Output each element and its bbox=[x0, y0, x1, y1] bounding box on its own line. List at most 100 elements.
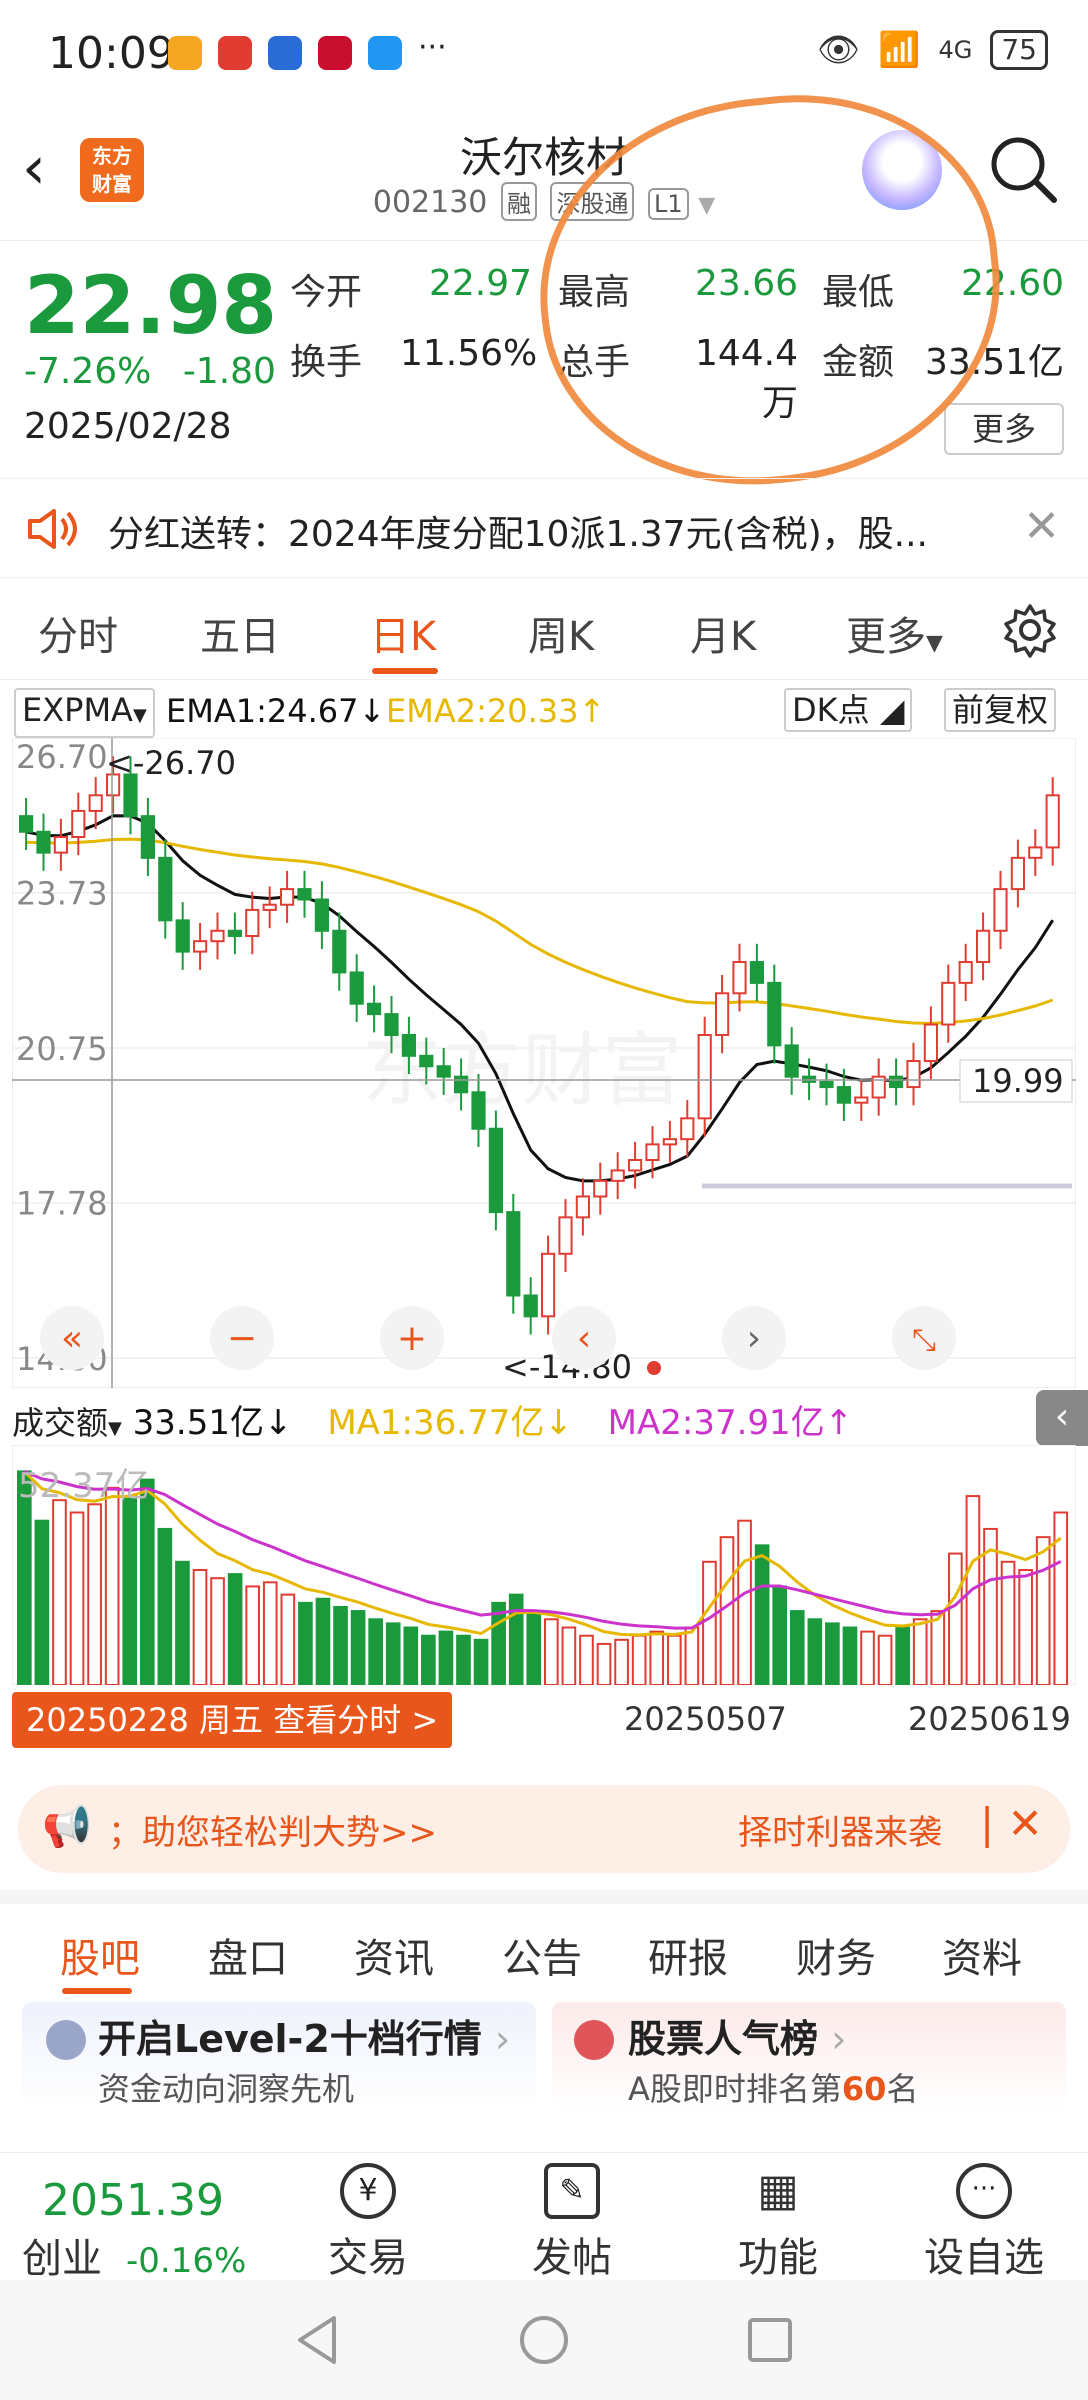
open-value: 22.97 bbox=[428, 263, 532, 304]
more-quote-button[interactable]: 更多 bbox=[944, 403, 1064, 455]
y-tick-label: 23.73 bbox=[16, 875, 108, 913]
candle bbox=[558, 1216, 573, 1255]
candle bbox=[541, 1252, 556, 1318]
nav-trade[interactable]: ¥ 交易 bbox=[298, 2163, 438, 2283]
indicator-selector[interactable]: EXPMA▼ bbox=[14, 688, 155, 738]
candle bbox=[923, 1023, 938, 1063]
candle bbox=[488, 1127, 503, 1214]
dividend-notice[interactable]: 分红送转：2024年度分配10派1.37元(含税)，股... ✕ bbox=[0, 478, 1088, 578]
app-notification-icon bbox=[168, 36, 202, 70]
recents-square-icon[interactable] bbox=[742, 2312, 798, 2368]
volume-bar bbox=[596, 1642, 612, 1685]
tab-weekly-k[interactable]: 周K bbox=[528, 604, 594, 662]
chevron-left-icon: ‹ bbox=[577, 1318, 591, 1359]
tab-daily-k[interactable]: 日K bbox=[370, 604, 436, 662]
volume-bar bbox=[1018, 1569, 1033, 1685]
volume-bar bbox=[104, 1486, 120, 1685]
candle bbox=[88, 794, 103, 812]
active-tab-indicator bbox=[372, 668, 438, 674]
volume-bar bbox=[526, 1610, 542, 1685]
tab-financials[interactable]: 财务 bbox=[796, 1926, 876, 1984]
chevron-right-icon: › bbox=[747, 1318, 761, 1359]
nav-label: 发帖 bbox=[532, 2235, 612, 2281]
volume-bar bbox=[333, 1605, 348, 1685]
tab-order-book[interactable]: 盘口 bbox=[208, 1926, 288, 1984]
edit-icon: ✎ bbox=[544, 2163, 600, 2219]
tab-news[interactable]: 资讯 bbox=[354, 1926, 434, 1984]
candle bbox=[941, 981, 956, 1026]
home-circle-icon[interactable] bbox=[516, 2312, 572, 2368]
collapse-panel-button[interactable]: ‹ bbox=[1036, 1390, 1088, 1446]
volume-chart[interactable]: 52.37亿 bbox=[12, 1445, 1076, 1685]
dk-point-dot bbox=[647, 1361, 661, 1375]
more-notifications-icon: ··· bbox=[418, 30, 447, 65]
ema2-text: EMA2:20.33 bbox=[386, 692, 579, 730]
volume-ma2: MA2:37.91亿↑ bbox=[607, 1403, 854, 1443]
nav-functions[interactable]: ▦ 功能 bbox=[708, 2163, 848, 2283]
tab-profile[interactable]: 资料 bbox=[942, 1926, 1022, 1984]
candlestick-chart[interactable]: 东方财富 26.7023.7320.7517.7814.80 <-26.70 <… bbox=[12, 738, 1076, 1388]
candle bbox=[506, 1211, 521, 1297]
tab-research[interactable]: 研报 bbox=[648, 1926, 728, 1984]
tab-intraday[interactable]: 分时 bbox=[38, 604, 118, 662]
view-intraday-button[interactable]: 20250228 周五 查看分时 > bbox=[12, 1692, 453, 1748]
indicator-name: EXPMA bbox=[22, 691, 133, 729]
volume-bar bbox=[245, 1585, 261, 1685]
close-icon[interactable]: | ✕ bbox=[980, 1799, 1043, 1848]
stock-code: 002130 bbox=[372, 185, 488, 220]
adjust-selector[interactable]: 前复权 bbox=[944, 688, 1057, 732]
grid-icon: ▦ bbox=[757, 2165, 799, 2216]
tab-forum[interactable]: 股吧 bbox=[60, 1926, 140, 1984]
volume-bar bbox=[825, 1622, 840, 1685]
gear-icon[interactable] bbox=[1002, 602, 1058, 658]
candle bbox=[401, 1033, 416, 1057]
candle bbox=[140, 815, 155, 859]
expand-icon: ⤡ bbox=[912, 1323, 936, 1358]
tab-monthly-k[interactable]: 月K bbox=[690, 604, 756, 662]
turnover-label: 换手 bbox=[290, 342, 363, 383]
level2-card[interactable]: 开启Level-2十档行情 › 资金动向洞察先机 bbox=[22, 2002, 536, 2110]
candle bbox=[1010, 856, 1025, 891]
price-change: -7.26% -1.80 bbox=[24, 351, 276, 392]
popularity-card[interactable]: 股票人气榜 › A股即时排名第60名 bbox=[552, 2002, 1066, 2110]
promo-banner[interactable]: 📢 ；助您轻松判大势>> 择时利器来袭 | ✕ bbox=[18, 1785, 1070, 1873]
volume-bar bbox=[473, 1638, 489, 1685]
volume-bar bbox=[860, 1630, 875, 1685]
volume-bar bbox=[350, 1610, 366, 1685]
candle bbox=[715, 992, 730, 1036]
y-tick-label: 17.78 bbox=[16, 1185, 108, 1223]
candle bbox=[575, 1195, 590, 1219]
nav-add-watchlist[interactable]: ··· 设自选 bbox=[914, 2163, 1054, 2283]
close-icon[interactable]: ✕ bbox=[1023, 501, 1060, 552]
candle bbox=[645, 1143, 660, 1162]
candle bbox=[732, 961, 747, 995]
tab-more[interactable]: 更多▼ bbox=[846, 604, 943, 662]
volume-ma1-text: MA1:36.77亿 bbox=[327, 1403, 545, 1443]
content-tabs: 股吧 盘口 资讯 公告 研报 财务 资料 bbox=[0, 1890, 1088, 1994]
nav-post[interactable]: ✎ 发帖 bbox=[502, 2163, 642, 2283]
dk-point-toggle[interactable]: DK点 ◢ bbox=[784, 688, 913, 732]
volume-bar bbox=[737, 1519, 752, 1685]
volume-bar bbox=[702, 1560, 717, 1685]
card-subtitle: 资金动向洞察先机 bbox=[98, 2070, 355, 2108]
candle bbox=[419, 1054, 434, 1068]
y-tick-label: 20.75 bbox=[16, 1030, 108, 1068]
volume-bar bbox=[754, 1544, 770, 1685]
volume-bar bbox=[34, 1519, 50, 1685]
volume-bar bbox=[912, 1618, 928, 1685]
candle bbox=[819, 1080, 834, 1089]
tab-announcements[interactable]: 公告 bbox=[502, 1926, 582, 1984]
volume-bar bbox=[122, 1495, 138, 1685]
x-axis-label: 20250507 bbox=[624, 1700, 787, 1738]
candle bbox=[297, 888, 312, 901]
wifi-icon: 📶 bbox=[878, 30, 921, 70]
search-icon[interactable] bbox=[988, 134, 1060, 206]
volume-bar bbox=[262, 1581, 278, 1685]
nav-label: 设自选 bbox=[924, 2235, 1044, 2281]
volume-selector[interactable]: 成交额▼ bbox=[12, 1404, 122, 1442]
index-name: 创业 bbox=[22, 2236, 102, 2282]
tab-five-day[interactable]: 五日 bbox=[200, 604, 280, 662]
back-triangle-icon[interactable] bbox=[290, 2312, 346, 2368]
rewind-icon: « bbox=[61, 1318, 83, 1359]
index-ticker[interactable]: 2051.39 创业 -0.16% bbox=[22, 2175, 246, 2284]
